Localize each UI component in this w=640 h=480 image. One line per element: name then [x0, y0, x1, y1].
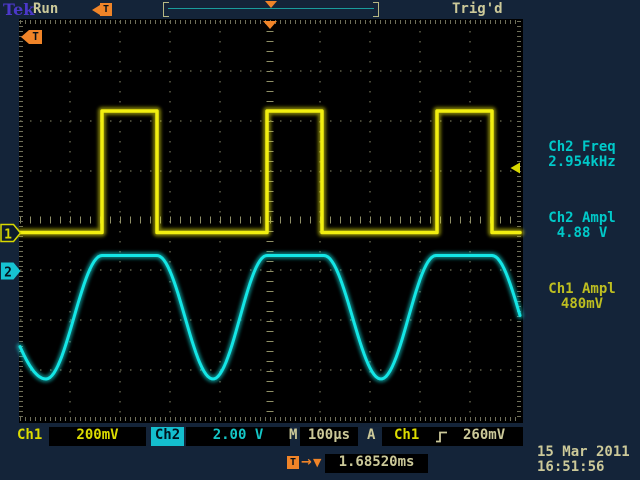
- trigger-t-icon: T: [100, 3, 112, 16]
- trigger-offscreen-marker: T: [21, 30, 43, 44]
- ch1-label: Ch1: [17, 427, 42, 446]
- ch1-marker-label: 1: [4, 228, 12, 243]
- acquisition-status: Run: [33, 1, 58, 17]
- ch1-scale-readout: 200mV: [49, 427, 146, 446]
- trigger-position-marker: [263, 21, 277, 29]
- record-window-left-bracket: [163, 2, 169, 17]
- measurement-ch2-ampl: Ch2 Ampl 4.88 V: [526, 211, 638, 241]
- measurement-ch1-ampl: Ch1 Ampl 480mV: [526, 282, 638, 312]
- trigger-status: Trig'd: [452, 1, 503, 17]
- left-arrow-icon: [92, 5, 100, 15]
- right-arrow-icon: →: [301, 455, 312, 470]
- timebase-label: M: [289, 427, 297, 446]
- left-arrow-icon: [21, 30, 29, 44]
- rising-edge-icon: [435, 430, 449, 444]
- record-window-line: [168, 8, 374, 9]
- record-window-right-bracket: [373, 2, 379, 17]
- trigger-t-icon: T: [287, 456, 299, 469]
- trigger-menu-label: A: [367, 427, 375, 446]
- trigger-readout: Ch1 260mV: [382, 427, 523, 446]
- trigger-source: Ch1: [394, 427, 419, 443]
- measurement-ch2-freq: Ch2 Freq 2.954kHz: [526, 140, 638, 170]
- ch2-ground-marker: 2: [1, 263, 21, 281]
- ch1-ground-marker: 1: [1, 225, 21, 243]
- measurement-value: 2.954kHz: [526, 155, 638, 170]
- trigger-delay-value: 1.68520ms: [325, 454, 428, 473]
- ch2-marker-label: 2: [4, 266, 12, 281]
- time-display: 16:51:56: [537, 459, 604, 478]
- timebase-readout: 100µs: [300, 427, 358, 446]
- ch2-label-selected: Ch2: [151, 427, 184, 446]
- measurement-value: 4.88 V: [526, 226, 638, 241]
- trigger-offscreen-icon: T: [92, 3, 114, 17]
- ch2-scale-readout: 2.00 V: [186, 427, 290, 446]
- measurement-label: Ch2 Ampl: [526, 211, 638, 226]
- down-triangle-icon: ▼: [313, 456, 321, 469]
- tek-logo: Tek: [3, 0, 34, 19]
- measurement-label: Ch1 Ampl: [526, 282, 638, 297]
- graticule-area: [19, 19, 523, 423]
- trigger-level: 260mV: [463, 427, 505, 443]
- measurement-label: Ch2 Freq: [526, 140, 638, 155]
- oscilloscope-screen: { "header": { "logo": "Tek", "acq_status…: [0, 0, 640, 480]
- trigger-t-icon: T: [29, 30, 42, 44]
- record-trigger-position-marker: [265, 1, 277, 8]
- measurement-value: 480mV: [526, 297, 638, 312]
